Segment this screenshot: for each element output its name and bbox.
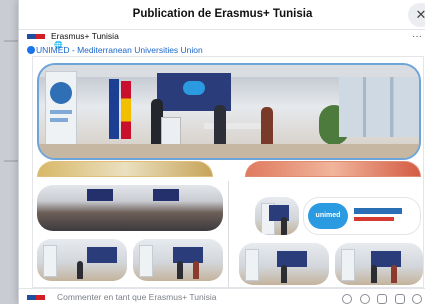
more-sticker-icon[interactable] [412,294,422,304]
close-icon: ✕ [415,7,425,22]
photo-gallery: unimed [32,56,424,288]
unimed-logo: unimed [308,203,348,229]
gallery-divider [228,181,229,287]
camera-icon[interactable] [377,294,388,304]
post-dialog: Publication de Erasmus+ Tunisia ✕ Erasmu… [18,0,425,304]
photo-panel-4[interactable] [335,243,423,285]
photo-panel-3[interactable] [239,243,329,285]
mention-avatar-icon [27,46,35,54]
commenter-avatar [27,293,45,301]
sticker-icon[interactable] [359,294,370,304]
more-options-button[interactable]: ··· [412,31,422,42]
comment-input[interactable]: Commenter en tant que Erasmus+ Tunisia [57,292,216,302]
dialog-title: Publication de Erasmus+ Tunisia [132,8,313,20]
gif-icon[interactable] [394,294,405,304]
photo-red-frame[interactable] [245,161,421,177]
author-avatar[interactable] [27,32,45,40]
mention-label: UNIMED - Mediterranean Universities Unio… [36,45,203,55]
close-button[interactable]: ✕ [408,3,425,27]
photo-speaker-podium[interactable] [255,197,299,235]
author-name[interactable]: Erasmus+ Tunisia [51,31,119,41]
photo-panel-2[interactable] [133,239,223,281]
photo-conference-panel[interactable] [37,63,421,160]
comment-composer: Commenter en tant que Erasmus+ Tunisia [19,288,425,304]
post-author-row: Erasmus+ Tunisia 🌐 ··· [27,31,422,49]
dialog-header: Publication de Erasmus+ Tunisia ✕ [19,0,425,30]
emoji-icon[interactable] [342,294,353,304]
photo-unimed-logo[interactable]: unimed [303,197,421,235]
photo-yellow-frame[interactable] [37,161,213,177]
mention-link[interactable]: UNIMED - Mediterranean Universities Unio… [27,45,203,55]
photo-panel-1[interactable] [37,239,127,281]
photo-audience[interactable] [37,185,223,231]
comment-tools [339,291,422,304]
